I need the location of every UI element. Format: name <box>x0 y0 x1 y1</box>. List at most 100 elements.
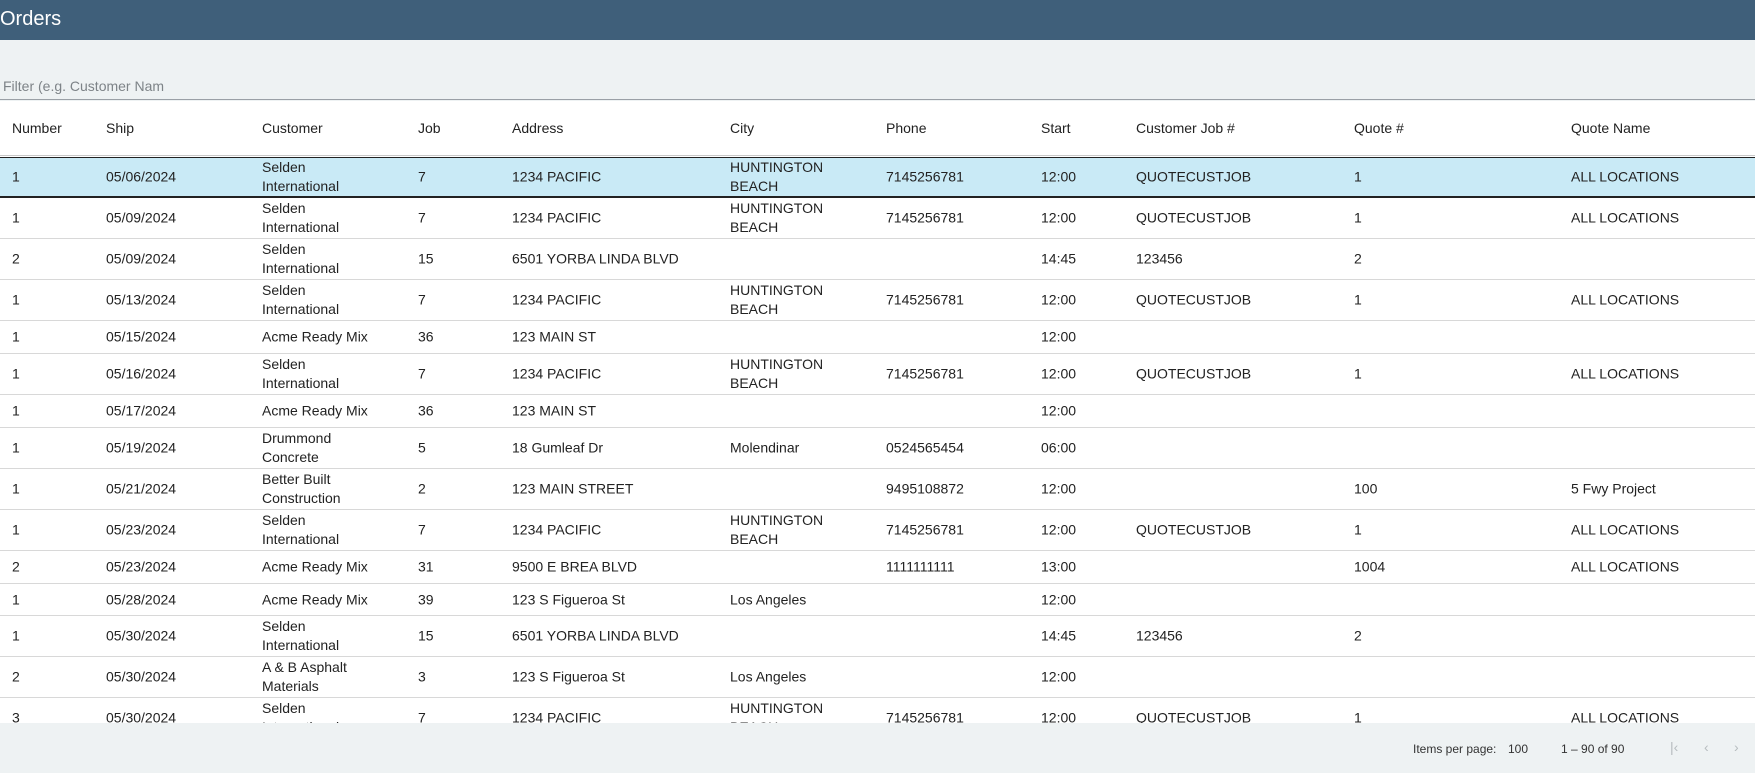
table-row[interactable]: 2 05/23/2024 Acme Ready Mix 31 9500 E BREA B… <box>0 551 1755 584</box>
cell-address: 123 S Figueroa St <box>512 668 625 685</box>
table-row[interactable]: 1 05/13/2024 Selden International 7 1234 PAC… <box>0 280 1755 321</box>
cell-city: HUNTINGTON BEACH <box>730 700 824 723</box>
column-header-address[interactable]: Address <box>512 119 563 138</box>
cell-job: 15 <box>418 627 434 644</box>
cell-customer-job: QUOTECUSTJOB <box>1136 168 1252 185</box>
cell-number: 1 <box>12 591 20 607</box>
cell-ship: 05/15/2024 <box>106 328 177 345</box>
table-row[interactable]: 2 05/30/2024 A & B Asphalt Materials 3 123 S… <box>0 657 1755 698</box>
cell-customer: Selden International <box>262 618 340 653</box>
column-header-job[interactable]: Job <box>418 119 441 138</box>
cell-job: 5 <box>418 439 426 456</box>
column-header-ship[interactable]: Ship <box>106 119 134 138</box>
cell-customer: Better Built Construction <box>262 471 341 506</box>
table-row[interactable]: 3 05/30/2024 Selden International 7 1234 PAC… <box>0 698 1755 723</box>
orders-table: Number Ship Customer Job Address City Phone Sta… <box>0 101 1755 723</box>
cell-customer: Drummond Concrete <box>262 430 332 465</box>
items-per-page-select[interactable]: 100 <box>1508 742 1528 756</box>
cell-ship: 05/30/2024 <box>106 709 177 724</box>
cell-job: 7 <box>418 709 426 724</box>
cell-job: 36 <box>418 402 434 419</box>
cell-address: 1234 PACIFIC <box>512 365 602 382</box>
cell-city: HUNTINGTON BEACH <box>730 200 824 235</box>
column-header-city[interactable]: City <box>730 119 754 138</box>
cell-address: 9500 E BREA BLVD <box>512 558 638 575</box>
cell-city: HUNTINGTON BEACH <box>730 512 824 547</box>
cell-quote-name: ALL LOCATIONS <box>1571 709 1680 724</box>
cell-quote-name: ALL LOCATIONS <box>1571 521 1680 538</box>
cell-address: 1234 PACIFIC <box>512 521 602 538</box>
table-row[interactable]: 1 05/09/2024 Selden International 7 1234 PAC… <box>0 198 1755 239</box>
table-row[interactable]: 1 05/23/2024 Selden International 7 1234 PAC… <box>0 510 1755 551</box>
cell-ship: 05/09/2024 <box>106 209 177 226</box>
table-row[interactable]: 1 05/17/2024 Acme Ready Mix 36 123 MAIN ST 12… <box>0 395 1755 428</box>
filter-input[interactable] <box>0 74 400 98</box>
cell-ship: 05/23/2024 <box>106 558 177 575</box>
cell-number: 1 <box>12 439 20 456</box>
next-page-icon[interactable]: › <box>1734 739 1739 755</box>
cell-customer: Acme Ready Mix <box>262 402 368 419</box>
cell-address: 123 MAIN ST <box>512 402 597 419</box>
column-header-number[interactable]: Number <box>12 119 62 138</box>
cell-city: HUNTINGTON BEACH <box>730 356 824 391</box>
table-row[interactable]: 1 05/30/2024 Selden International 15 6501 YO… <box>0 616 1755 657</box>
cell-customer: Selden International <box>262 512 340 547</box>
cell-start: 12:00 <box>1041 480 1077 497</box>
cell-start: 12:00 <box>1041 591 1077 607</box>
cell-city: Los Angeles <box>730 591 807 607</box>
cell-customer: Selden International <box>262 282 340 317</box>
first-page-icon[interactable]: |‹ <box>1670 739 1678 755</box>
cell-start: 14:45 <box>1041 250 1077 267</box>
filter-field[interactable] <box>0 74 1755 100</box>
cell-phone: 7145256781 <box>886 291 964 308</box>
cell-job: 7 <box>418 365 426 382</box>
cell-number: 2 <box>12 558 20 575</box>
table-row[interactable]: 2 05/09/2024 Selden International 15 6501 YO… <box>0 239 1755 280</box>
column-header-customer[interactable]: Customer <box>262 119 323 138</box>
cell-address: 6501 YORBA LINDA BLVD <box>512 627 679 644</box>
cell-number: 2 <box>12 250 20 267</box>
column-header-phone[interactable]: Phone <box>886 119 926 138</box>
items-per-page-label: Items per page: <box>1413 742 1497 756</box>
cell-quote-number: 1004 <box>1354 558 1386 575</box>
cell-phone: 9495108872 <box>886 480 964 497</box>
table-header-row: Number Ship Customer Job Address City Phone Sta… <box>0 101 1755 156</box>
table-row[interactable]: 1 05/19/2024 Drummond Concrete 5 18 Gumleaf … <box>0 428 1755 469</box>
cell-phone: 7145256781 <box>886 709 964 724</box>
cell-job: 15 <box>418 250 434 267</box>
cell-customer: Selden International <box>262 700 339 723</box>
cell-customer-job: QUOTECUSTJOB <box>1136 709 1252 724</box>
cell-ship: 05/19/2024 <box>106 439 177 456</box>
cell-customer: Selden International <box>262 241 340 276</box>
table-row[interactable]: 1 05/16/2024 Selden International 7 1234 PAC… <box>0 354 1755 395</box>
cell-start: 12:00 <box>1041 365 1077 382</box>
cell-start: 13:00 <box>1041 558 1077 575</box>
table-row[interactable]: 1 05/21/2024 Better Built Construction 2 123… <box>0 469 1755 510</box>
cell-start: 12:00 <box>1041 291 1077 308</box>
cell-start: 12:00 <box>1041 402 1077 419</box>
column-header-customer-job[interactable]: Customer Job # <box>1136 119 1235 138</box>
cell-quote-number: 1 <box>1354 209 1362 226</box>
cell-quote-name: ALL LOCATIONS <box>1571 291 1680 308</box>
cell-customer: Acme Ready Mix <box>262 591 368 607</box>
cell-ship: 05/21/2024 <box>106 480 177 497</box>
cell-ship: 05/28/2024 <box>106 591 177 607</box>
column-header-start[interactable]: Start <box>1041 119 1071 138</box>
column-header-quote-number[interactable]: Quote # <box>1354 119 1404 138</box>
cell-city: Molendinar <box>730 439 800 456</box>
table-row[interactable]: 1 05/28/2024 Acme Ready Mix 39 123 S Figuero… <box>0 584 1755 616</box>
cell-number: 1 <box>12 291 20 308</box>
table-row[interactable]: 1 05/06/2024 Selden International 7 1234 PAC… <box>0 157 1755 198</box>
column-header-quote-name[interactable]: Quote Name <box>1571 119 1650 138</box>
cell-quote-name: ALL LOCATIONS <box>1571 365 1680 382</box>
cell-quote-number: 1 <box>1354 521 1362 538</box>
table-row[interactable]: 1 05/15/2024 Acme Ready Mix 36 123 MAIN ST 12… <box>0 321 1755 354</box>
cell-city: HUNTINGTON BEACH <box>730 282 824 317</box>
previous-page-icon[interactable]: ‹ <box>1704 739 1709 755</box>
cell-quote-number: 1 <box>1354 709 1362 724</box>
cell-address: 123 MAIN ST <box>512 328 597 345</box>
cell-quote-name: ALL LOCATIONS <box>1571 168 1680 185</box>
cell-start: 12:00 <box>1041 168 1077 185</box>
cell-phone: 7145256781 <box>886 521 964 538</box>
range-label: 1 – 90 of 90 <box>1561 742 1625 756</box>
